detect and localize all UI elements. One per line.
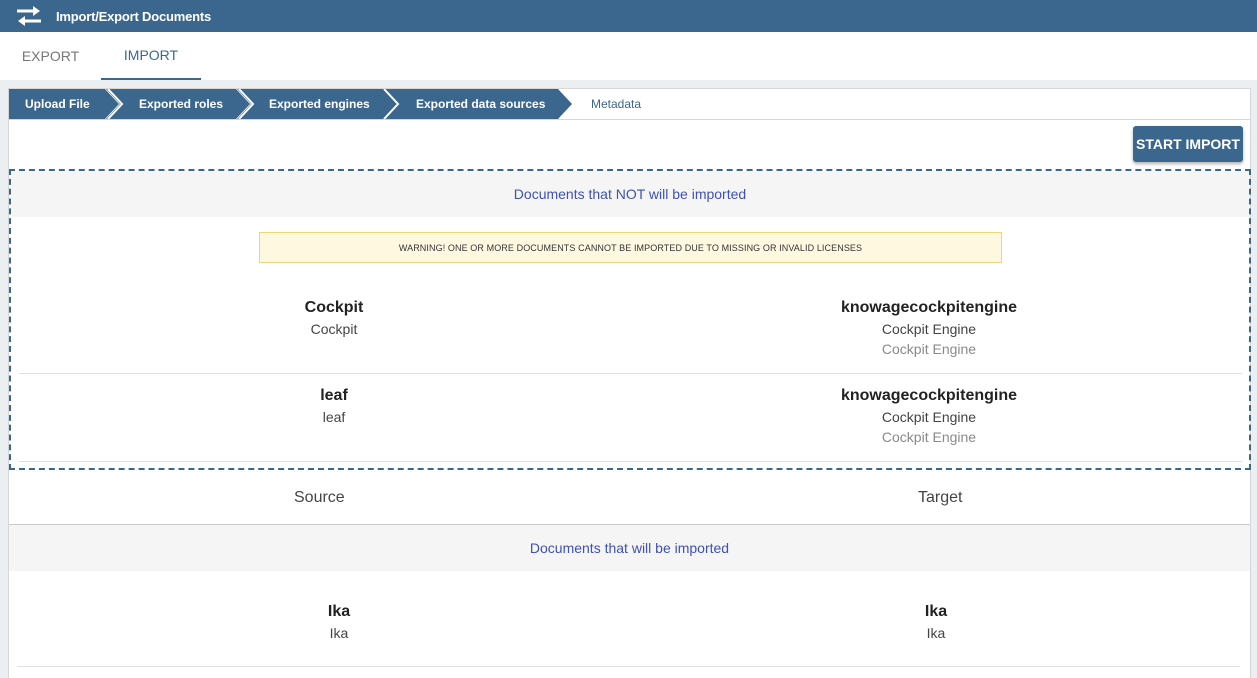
target-name: knowagecockpitengine: [840, 299, 1018, 316]
license-warning: WARNING! ONE OR MORE DOCUMENTS CANNOT BE…: [259, 232, 1002, 263]
target-subtitle: Cockpit Engine: [881, 341, 977, 357]
step-label: Upload File: [25, 97, 90, 111]
source-name: leaf: [320, 387, 348, 404]
tab-export[interactable]: EXPORT: [0, 32, 101, 80]
step-exported-engines[interactable]: Exported engines: [237, 89, 397, 119]
target-cell: knowagecockpitengine Cockpit Engine Cock…: [814, 387, 1044, 445]
not-imported-header: Documents that NOT will be imported: [11, 171, 1249, 217]
target-subtitle: Cockpit Engine: [881, 429, 977, 445]
imported-header: Documents that will be imported: [9, 525, 1250, 571]
start-import-button[interactable]: START IMPORT: [1133, 126, 1243, 162]
step-metadata[interactable]: Metadata: [591, 89, 691, 119]
step-label: Exported roles: [139, 97, 224, 111]
source-name: Ika: [327, 603, 351, 620]
target-cell: Ika Ika: [821, 603, 1051, 641]
step-label: Exported data sources: [416, 97, 546, 111]
target-cell: knowagecockpitengine Cockpit Engine Cock…: [814, 299, 1044, 357]
source-name: Cockpit: [304, 299, 364, 316]
target-description: Cockpit Engine: [881, 321, 977, 337]
source-description: Cockpit: [310, 321, 358, 337]
step-label: Metadata: [591, 97, 642, 111]
tab-bar: EXPORT IMPORT: [0, 32, 1257, 80]
swap-arrows-icon: [17, 6, 41, 26]
target-column-header: Target: [918, 489, 963, 506]
table-row[interactable]: Cockpit Cockpit knowagecockpitengine Coc…: [19, 283, 1242, 374]
source-description: Ika: [329, 625, 349, 641]
target-description: Ika: [926, 625, 946, 641]
table-row[interactable]: leaf leaf knowagecockpitengine Cockpit E…: [19, 374, 1242, 462]
table-row[interactable]: Ika Ika Ika Ika: [17, 571, 1240, 667]
source-cell: Cockpit Cockpit: [219, 299, 449, 337]
source-cell: Ika Ika: [224, 603, 454, 641]
step-exported-data-sources[interactable]: Exported data sources: [382, 89, 572, 119]
source-column-header: Source: [294, 489, 345, 506]
source-cell: leaf leaf: [219, 387, 449, 425]
step-label: Exported engines: [269, 97, 370, 111]
import-panel: Upload File Exported roles Exported engi…: [8, 88, 1251, 678]
step-exported-roles[interactable]: Exported roles: [106, 89, 252, 119]
not-imported-section: Documents that NOT will be imported WARN…: [9, 169, 1251, 470]
target-description: Cockpit Engine: [881, 409, 977, 425]
step-upload-file[interactable]: Upload File: [9, 89, 119, 119]
app-title: Import/Export Documents: [56, 8, 212, 24]
wizard-stepper: Upload File Exported roles Exported engi…: [9, 89, 1250, 120]
target-name: Ika: [924, 603, 948, 620]
tab-import[interactable]: IMPORT: [101, 32, 201, 80]
source-description: leaf: [322, 409, 346, 425]
target-name: knowagecockpitengine: [840, 387, 1018, 404]
title-bar: Import/Export Documents: [0, 0, 1257, 32]
